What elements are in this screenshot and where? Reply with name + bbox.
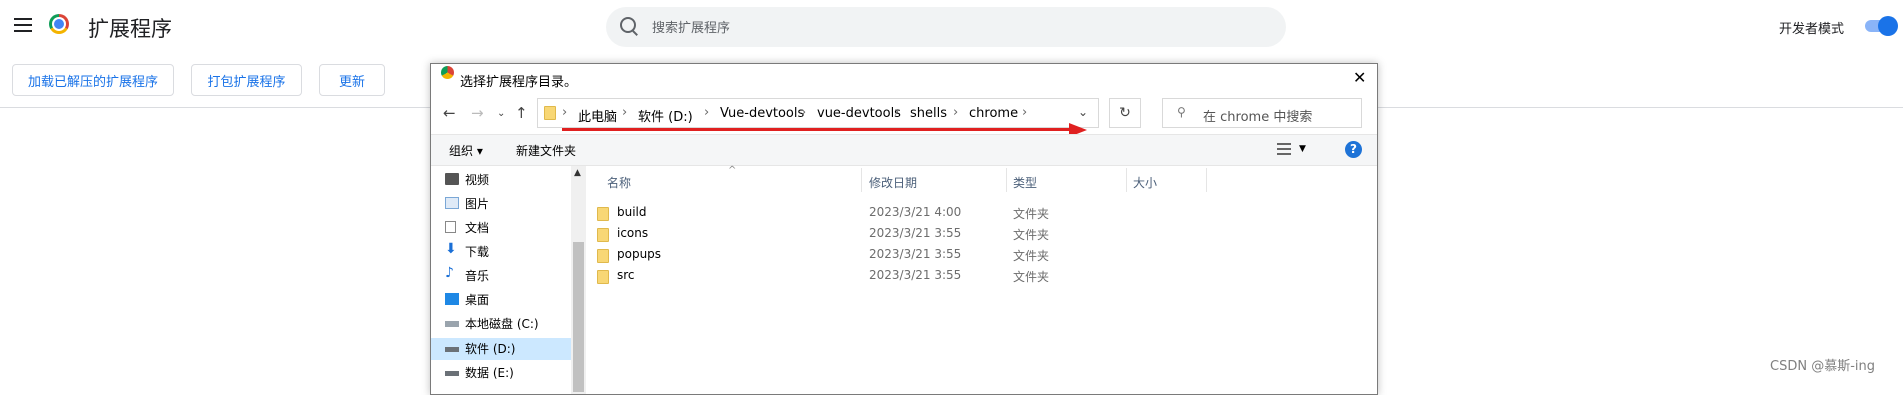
file-modified: 2023/3/21 3:55 [869, 226, 962, 240]
page-title: 扩展程序 [88, 17, 172, 41]
folder-icon [544, 106, 556, 120]
back-icon[interactable]: ← [443, 104, 456, 122]
nav-item-label: 数据 (E:) [465, 366, 514, 380]
nav-item-label: 桌面 [465, 293, 490, 307]
folder-search-placeholder: 在 chrome 中搜索 [1203, 110, 1313, 125]
help-icon[interactable]: ? [1345, 141, 1362, 158]
folder-search-input[interactable]: ⚲ 在 chrome 中搜索 [1162, 98, 1362, 128]
scroll-up-icon[interactable]: ▲ [574, 168, 581, 178]
folder-icon [597, 249, 609, 263]
folder-icon [597, 228, 609, 242]
nav-item-label: 视频 [465, 173, 490, 187]
drive-icon [445, 371, 459, 376]
file-type: 文件夹 [1013, 249, 1050, 263]
file-type: 文件夹 [1013, 228, 1050, 242]
refresh-button[interactable]: ↻ [1109, 98, 1141, 128]
chrome-logo-icon [441, 66, 454, 79]
column-header-name[interactable]: 名称 [607, 174, 631, 191]
breadcrumb-separator: › [622, 105, 628, 120]
breadcrumb-separator: › [1022, 105, 1028, 120]
column-divider[interactable] [861, 168, 862, 192]
update-button[interactable]: 更新 [319, 64, 385, 96]
breadcrumb-vue-devtools[interactable]: vue-devtools [817, 106, 901, 121]
dialog-toolbar: 组织 ▾ 新建文件夹 ▼ ? [431, 134, 1377, 166]
file-row[interactable]: icons 2023/3/21 3:55 文件夹 [431, 226, 1211, 246]
folder-icon [597, 270, 609, 284]
pack-extension-button[interactable]: 打包扩展程序 [191, 64, 302, 96]
annotation-arrow [562, 128, 1072, 131]
file-name: build [617, 205, 647, 219]
breadcrumb-drive-d[interactable]: 软件 (D:) [638, 106, 693, 125]
file-modified: 2023/3/21 3:55 [869, 268, 962, 282]
nav-item-desktop[interactable]: 桌面 [445, 291, 490, 311]
breadcrumb-vue-devtools-root[interactable]: Vue-devtools [720, 106, 804, 121]
nav-item-label: 软件 (D:) [465, 342, 516, 356]
toggle-knob[interactable] [1878, 16, 1898, 36]
folder-icon [597, 207, 609, 221]
drive-icon [445, 321, 459, 327]
breadcrumb-separator: › [801, 105, 807, 120]
breadcrumb-separator: › [704, 105, 710, 120]
breadcrumb-separator: › [894, 105, 900, 120]
breadcrumb-shells[interactable]: shells [910, 106, 947, 121]
folder-picker-dialog: 选择扩展程序目录。 ✕ ← → ⌄ ↑ › 此电脑 › 软件 (D:) › Vu… [430, 63, 1378, 395]
sort-ascending-icon: ^ [728, 165, 737, 176]
search-icon: ⚲ [1177, 105, 1186, 119]
new-folder-button[interactable]: 新建文件夹 [516, 142, 576, 159]
close-icon[interactable]: ✕ [1353, 68, 1366, 87]
file-modified: 2023/3/21 3:55 [869, 247, 962, 261]
chevron-down-icon[interactable]: ⌄ [497, 108, 505, 119]
refresh-icon: ↻ [1119, 105, 1131, 121]
watermark: CSDN @慕斯-ing [1770, 359, 1875, 374]
breadcrumb-separator: › [953, 105, 959, 120]
nav-item-label: 本地磁盘 (C:) [465, 317, 539, 331]
column-divider[interactable] [1006, 168, 1007, 192]
dialog-title: 选择扩展程序目录。 [460, 75, 578, 90]
column-divider[interactable] [1126, 168, 1127, 192]
column-header-type[interactable]: 类型 [1013, 174, 1037, 191]
search-icon [620, 17, 636, 33]
chrome-logo-icon [49, 14, 69, 34]
column-header-modified[interactable]: 修改日期 [869, 174, 917, 191]
file-row[interactable]: popups 2023/3/21 3:55 文件夹 [431, 247, 1211, 267]
file-name: icons [617, 226, 649, 240]
forward-icon[interactable]: → [471, 104, 484, 122]
view-options-icon[interactable] [1277, 143, 1291, 155]
column-divider[interactable] [1206, 168, 1207, 192]
drive-icon [445, 347, 459, 352]
organize-button[interactable]: 组织 ▾ [449, 142, 483, 159]
column-header-size[interactable]: 大小 [1133, 174, 1157, 191]
file-name: popups [617, 247, 662, 261]
file-modified: 2023/3/21 4:00 [869, 205, 962, 219]
chevron-down-icon[interactable]: ▼ [1299, 144, 1306, 154]
nav-item-drive-d[interactable]: 软件 (D:) [445, 340, 516, 360]
file-row[interactable]: src 2023/3/21 3:55 文件夹 [431, 268, 1211, 288]
search-input[interactable]: 搜索扩展程序 [652, 17, 730, 36]
developer-mode-label: 开发者模式 [1779, 22, 1845, 37]
file-name: src [617, 268, 635, 282]
video-icon [445, 173, 459, 185]
nav-item-drive-e[interactable]: 数据 (E:) [445, 364, 514, 384]
file-type: 文件夹 [1013, 207, 1050, 221]
breadcrumb-separator: › [562, 105, 568, 120]
chevron-down-icon[interactable]: ⌄ [1078, 105, 1088, 119]
load-unpacked-button[interactable]: 加载已解压的扩展程序 [12, 64, 174, 96]
address-bar[interactable]: › 此电脑 › 软件 (D:) › Vue-devtools › vue-dev… [537, 98, 1099, 128]
up-icon[interactable]: ↑ [515, 104, 528, 122]
main-menu-button[interactable] [14, 18, 32, 36]
file-row[interactable]: build 2023/3/21 4:00 文件夹 [431, 205, 1211, 225]
breadcrumb-chrome[interactable]: chrome [969, 106, 1018, 121]
file-type: 文件夹 [1013, 270, 1050, 284]
nav-item-videos[interactable]: 视频 [445, 171, 490, 191]
nav-item-drive-c[interactable]: 本地磁盘 (C:) [445, 315, 539, 335]
breadcrumb-this-pc[interactable]: 此电脑 [578, 106, 617, 125]
desktop-icon [445, 293, 459, 305]
